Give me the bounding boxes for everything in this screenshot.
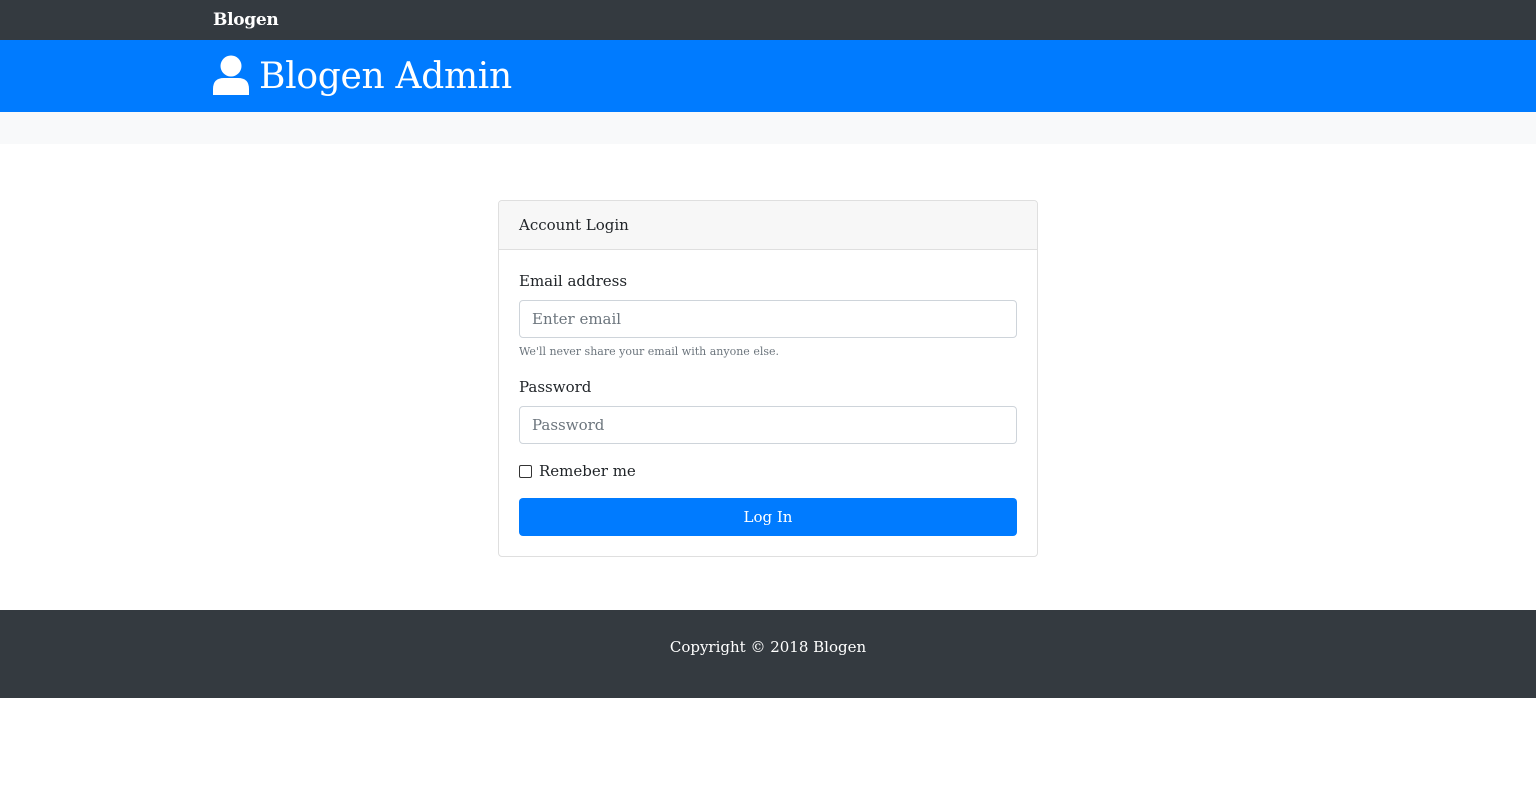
navbar-brand[interactable]: Blogen <box>213 10 279 30</box>
card-header: Account Login <box>499 201 1037 250</box>
email-group: Email address We'll never share your ema… <box>519 272 1017 358</box>
password-group: Password <box>519 378 1017 444</box>
password-field[interactable] <box>519 406 1017 444</box>
email-label: Email address <box>519 272 628 290</box>
login-button[interactable]: Log In <box>519 498 1017 536</box>
header-strip <box>0 112 1536 144</box>
page-header: Blogen Admin <box>0 40 1536 112</box>
copyright-text: Copyright © 2018 Blogen <box>669 638 867 656</box>
email-field[interactable] <box>519 300 1017 338</box>
top-navbar: Blogen <box>0 0 1536 40</box>
card-title: Account Login <box>519 216 629 234</box>
page-title: Blogen Admin <box>259 55 512 97</box>
main-content: Account Login Email address We'll never … <box>0 144 1536 610</box>
remember-me-label[interactable]: Remeber me <box>539 462 636 480</box>
user-icon <box>213 55 249 95</box>
remember-me-checkbox[interactable] <box>519 464 532 478</box>
email-help-text: We'll never share your email with anyone… <box>519 345 779 358</box>
password-label: Password <box>519 378 592 396</box>
remember-me-row: Remeber me <box>519 462 1017 480</box>
page-footer: Copyright © 2018 Blogen <box>0 610 1536 698</box>
login-card: Account Login Email address We'll never … <box>498 200 1038 557</box>
card-body: Email address We'll never share your ema… <box>499 250 1037 556</box>
